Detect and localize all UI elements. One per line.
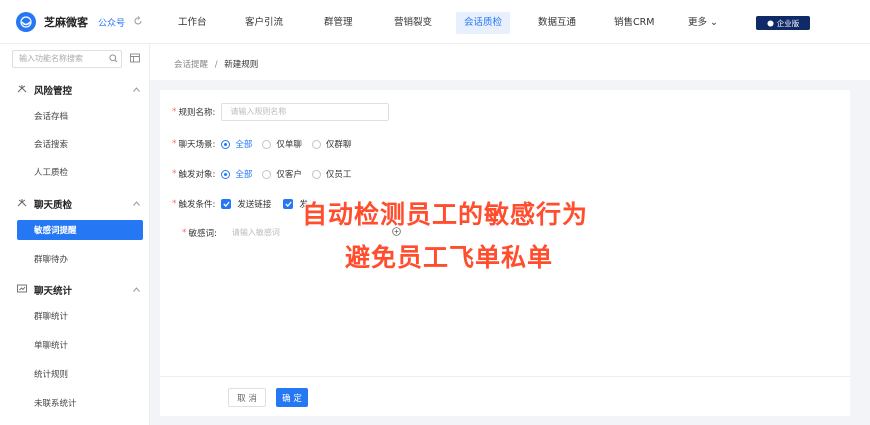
required-mark: * — [172, 107, 177, 117]
breadcrumb: 会话提醒 / 新建规则 — [174, 58, 258, 70]
radar-icon — [17, 84, 27, 97]
sidebar-item-session-archive[interactable]: 会话存档 — [0, 106, 150, 126]
sidebar: 输入功能名称搜索 风险管控 会话存档 会话搜索 人工质检 聊天质检 敏感词提醒 … — [0, 44, 150, 425]
sidebar-group-label: 聊天质检 — [34, 200, 73, 211]
checkmark-icon — [221, 199, 232, 209]
main-content: 会话提醒 / 新建规则 * 规则名称: 请输入规则名称 * 聊天场景: 全部 仅… — [150, 44, 870, 425]
brand-tag[interactable]: 公众号 — [98, 16, 125, 29]
sidebar-item-session-search[interactable]: 会话搜索 — [0, 134, 150, 154]
trigger-target-label: 触发对象: — [178, 170, 216, 180]
sidebar-item-sensitive-word-alert[interactable]: 敏感词提醒 — [17, 220, 143, 240]
cancel-button[interactable]: 取 消 — [228, 388, 266, 407]
nav-customer-acquisition[interactable]: 客户引流 — [237, 12, 291, 34]
search-icon[interactable] — [109, 54, 118, 66]
required-mark: * — [172, 169, 177, 179]
chevron-up-icon — [133, 85, 140, 95]
breadcrumb-separator: / — [214, 60, 218, 70]
trigger-target-row: * 触发对象: 全部 仅客户 仅员工 — [172, 165, 361, 183]
sidebar-item-manual-inspection[interactable]: 人工质检 — [0, 162, 150, 182]
nav-more[interactable]: 更多 ⌄ — [680, 12, 726, 34]
rule-name-row: * 规则名称: 请输入规则名称 — [172, 103, 390, 121]
switch-icon[interactable] — [133, 15, 143, 29]
required-mark: * — [172, 199, 177, 209]
chat-scene-row: * 聊天场景: 全部 仅单聊 仅群聊 — [172, 135, 361, 153]
diamond-icon — [767, 19, 774, 27]
checkmark-icon — [283, 199, 294, 209]
nav-data-interop[interactable]: 数据互通 — [530, 12, 584, 34]
menu-toggle-icon[interactable] — [130, 53, 140, 66]
feature-search-input[interactable]: 输入功能名称搜索 — [12, 50, 122, 68]
sidebar-group-chat-inspection[interactable]: 聊天质检 — [0, 194, 150, 212]
sidebar-group-chat-statistics[interactable]: 聊天统计 — [0, 280, 150, 298]
brand[interactable]: 芝麻微客 公众号 — [16, 12, 143, 32]
chat-scene-label: 聊天场景: — [178, 140, 216, 150]
radio-scene-all[interactable]: 全部 — [221, 138, 252, 150]
confirm-button[interactable]: 确 定 — [276, 388, 308, 407]
brand-name: 芝麻微客 — [44, 16, 88, 29]
chevron-up-icon — [133, 285, 140, 295]
required-mark: * — [172, 139, 177, 149]
breadcrumb-current: 新建规则 — [224, 60, 259, 70]
required-mark: * — [182, 228, 187, 238]
nav-sales-crm[interactable]: 销售CRM — [606, 12, 662, 34]
rule-name-label: 规则名称: — [178, 108, 216, 118]
enterprise-badge[interactable]: 企业版 — [756, 16, 810, 30]
nav-session-inspection[interactable]: 会话质检 — [456, 12, 511, 34]
radio-target-customer[interactable]: 仅客户 — [262, 168, 302, 180]
sidebar-item-group-chat-stats[interactable]: 群聊统计 — [0, 306, 150, 326]
sidebar-item-stats-rules[interactable]: 统计规则 — [0, 364, 150, 384]
chart-icon — [17, 284, 27, 297]
sidebar-item-uncontacted-stats[interactable]: 未联系统计 — [0, 393, 150, 413]
radar-icon — [17, 198, 27, 211]
form-footer: 取 消 确 定 — [160, 376, 850, 416]
nav-workbench[interactable]: 工作台 — [170, 12, 215, 34]
breadcrumb-bar: 会话提醒 / 新建规则 — [150, 44, 870, 80]
chevron-up-icon — [133, 199, 140, 209]
sensitive-word-label: 敏感词: — [188, 229, 217, 239]
trigger-condition-row: * 触发条件: 发送链接 发 — [172, 195, 320, 213]
rule-name-input[interactable]: 请输入规则名称 — [221, 103, 390, 121]
checkbox-send-link[interactable]: 发送链接 — [221, 198, 271, 210]
nav-marketing-fission[interactable]: 营销裂变 — [386, 12, 440, 34]
sidebar-item-single-chat-stats[interactable]: 单聊统计 — [0, 335, 150, 355]
radio-target-staff[interactable]: 仅员工 — [311, 168, 351, 180]
overlay-caption-line2: 避免员工飞单私单 — [345, 243, 554, 272]
nav-group-management[interactable]: 群管理 — [316, 12, 361, 34]
sidebar-group-risk-control[interactable]: 风险管控 — [0, 80, 150, 98]
rule-form-card: * 规则名称: 请输入规则名称 * 聊天场景: 全部 仅单聊 仅群聊 * 触发对… — [160, 90, 850, 380]
brand-logo-icon — [16, 12, 36, 32]
breadcrumb-parent[interactable]: 会话提醒 — [174, 60, 208, 70]
radio-scene-single[interactable]: 仅单聊 — [262, 138, 302, 150]
trigger-condition-label: 触发条件: — [178, 200, 216, 210]
radio-target-all[interactable]: 全部 — [221, 168, 252, 180]
overlay-caption-line1: 自动检测员工的敏感行为 — [302, 200, 589, 229]
top-bar: 芝麻微客 公众号 工作台 客户引流 群管理 营销裂变 会话质检 数据互通 销售C… — [0, 0, 870, 44]
sidebar-group-label: 风险管控 — [34, 86, 73, 97]
enterprise-label: 企业版 — [776, 18, 800, 28]
radio-scene-group[interactable]: 仅群聊 — [311, 138, 351, 150]
sidebar-group-label: 聊天统计 — [34, 286, 73, 297]
sidebar-item-group-todo[interactable]: 群聊待办 — [0, 249, 150, 269]
